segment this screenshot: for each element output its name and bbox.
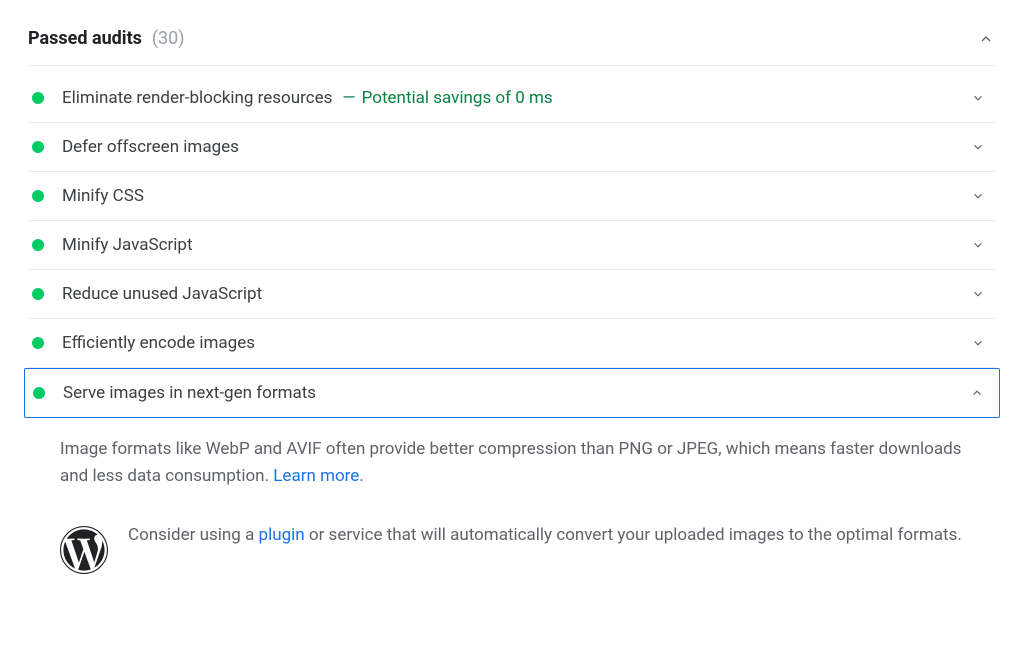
pass-dot-icon <box>32 141 44 153</box>
separator: — <box>342 88 355 108</box>
chevron-down-icon <box>968 88 988 108</box>
audit-title: Minify JavaScript <box>62 235 193 255</box>
audit-savings: Potential savings of 0 ms <box>362 88 553 108</box>
chevron-up-icon <box>967 383 987 403</box>
suggestion-text: Consider using a plugin or service that … <box>128 522 962 549</box>
suggestion-row: Consider using a plugin or service that … <box>28 500 996 582</box>
header-title: Passed audits <box>28 28 142 49</box>
audit-title: Efficiently encode images <box>62 333 255 353</box>
passed-audits-header[interactable]: Passed audits (30) <box>28 20 996 66</box>
audit-detail: Image formats like WebP and AVIF often p… <box>28 418 996 500</box>
chevron-down-icon <box>968 235 988 255</box>
pass-dot-icon <box>32 288 44 300</box>
chevron-down-icon <box>968 186 988 206</box>
audit-title: Minify CSS <box>62 186 144 206</box>
suggestion-before: Consider using a <box>128 525 259 545</box>
audit-title: Eliminate render-blocking resources <box>62 88 332 108</box>
pass-dot-icon <box>32 92 44 104</box>
audit-item-minify-js[interactable]: Minify JavaScript <box>28 221 996 270</box>
chevron-up-icon <box>976 29 996 49</box>
wordpress-icon <box>60 526 108 574</box>
audit-item-next-gen-formats[interactable]: Serve images in next-gen formats <box>24 368 1000 418</box>
chevron-down-icon <box>968 137 988 157</box>
pass-dot-icon <box>32 337 44 349</box>
chevron-down-icon <box>968 284 988 304</box>
audit-item-render-blocking[interactable]: Eliminate render-blocking resources — Po… <box>28 74 996 123</box>
suggestion-after: or service that will automatically conve… <box>305 525 962 545</box>
audit-list: Eliminate render-blocking resources — Po… <box>28 66 996 582</box>
plugin-link[interactable]: plugin <box>259 525 305 545</box>
audit-item-defer-offscreen[interactable]: Defer offscreen images <box>28 123 996 172</box>
audit-title: Reduce unused JavaScript <box>62 284 262 304</box>
detail-period: . <box>359 466 363 486</box>
audit-item-minify-css[interactable]: Minify CSS <box>28 172 996 221</box>
audit-title: Serve images in next-gen formats <box>63 383 316 403</box>
audit-title: Defer offscreen images <box>62 137 239 157</box>
audit-detail-text: Image formats like WebP and AVIF often p… <box>60 436 992 490</box>
audit-item-reduce-unused-js[interactable]: Reduce unused JavaScript <box>28 270 996 319</box>
pass-dot-icon <box>32 190 44 202</box>
audit-item-encode-images[interactable]: Efficiently encode images <box>28 319 996 368</box>
chevron-down-icon <box>968 333 988 353</box>
learn-more-link[interactable]: Learn more <box>273 466 359 486</box>
detail-text-before: Image formats like WebP and AVIF often p… <box>60 439 961 486</box>
header-count: (30) <box>152 28 185 49</box>
header-title-group: Passed audits (30) <box>28 28 185 49</box>
pass-dot-icon <box>33 387 45 399</box>
pass-dot-icon <box>32 239 44 251</box>
